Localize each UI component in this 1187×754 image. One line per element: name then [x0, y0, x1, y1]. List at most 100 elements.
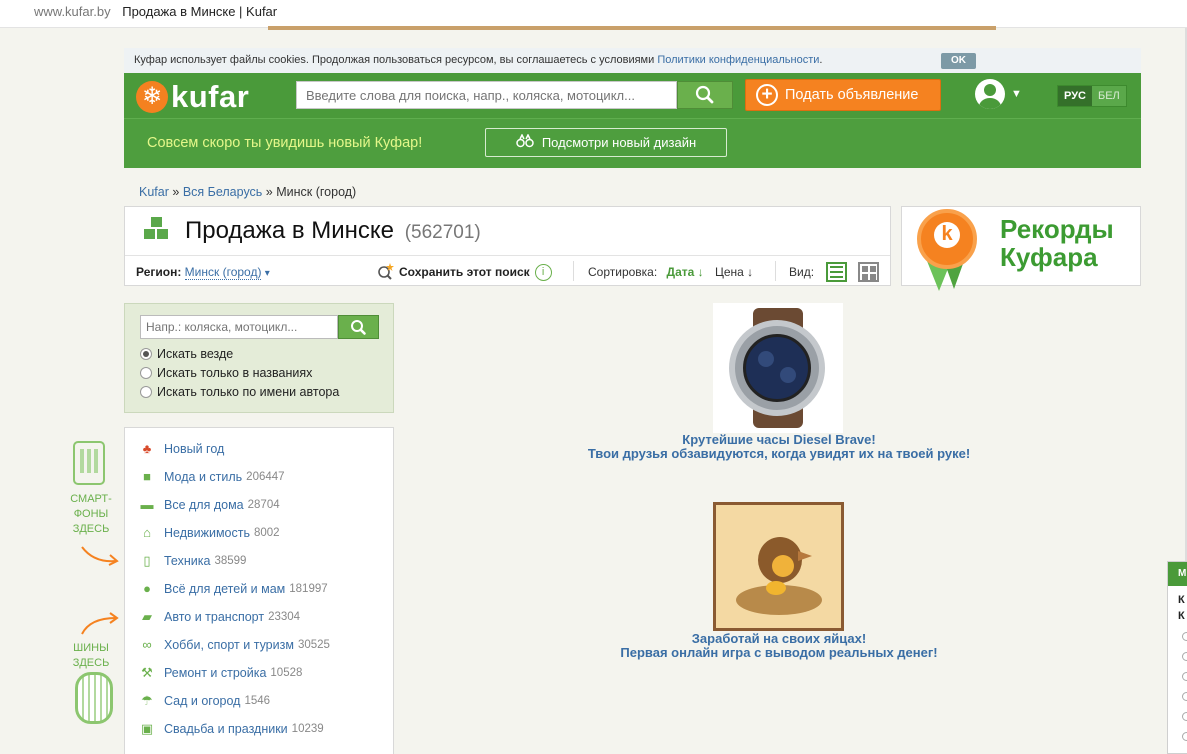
- sidebar-search: Искать везде Искать только в названиях И…: [124, 303, 394, 413]
- search-scope-author[interactable]: Искать только по имени автора: [140, 385, 339, 399]
- ad-game-text[interactable]: Заработай на своих яйцах! Первая онлайн …: [520, 632, 1038, 660]
- search-input[interactable]: [297, 82, 677, 108]
- category-label: Техника: [164, 554, 211, 568]
- category-list: ♣ Новый год ■ Мода и стиль 206447 ▬ Все для …: [124, 427, 394, 754]
- user-menu[interactable]: ▼: [975, 79, 1022, 109]
- records-banner[interactable]: k Рекорды Куфара: [901, 206, 1141, 291]
- category-label: Ремонт и стройка: [164, 666, 267, 680]
- category-item[interactable]: ☂ Сад и огород 1546: [139, 694, 270, 709]
- category-item[interactable]: ⌂ Недвижимость 8002: [139, 526, 280, 541]
- breadcrumb-region[interactable]: Вся Беларусь: [183, 185, 263, 199]
- lang-ru-button[interactable]: РУС: [1058, 86, 1092, 106]
- radio-button[interactable]: [1182, 652, 1187, 661]
- category-count: 181997: [289, 583, 328, 595]
- category-count: 206447: [246, 471, 285, 483]
- radio-button[interactable]: [140, 386, 152, 398]
- info-icon[interactable]: i: [534, 263, 552, 281]
- preview-design-label: Подсмотри новый дизайн: [541, 135, 697, 150]
- ad-game-image[interactable]: [713, 502, 844, 631]
- sort-by-price[interactable]: Цена ↓: [715, 265, 753, 279]
- ad-watch-image[interactable]: [713, 303, 843, 433]
- tire-icon[interactable]: [75, 672, 113, 724]
- sofa-icon: ▬: [140, 497, 154, 512]
- search-button[interactable]: [677, 81, 733, 109]
- privacy-policy-link[interactable]: Политики конфиденциальности: [657, 54, 819, 66]
- radio-button[interactable]: [1182, 672, 1187, 681]
- radio-button-selected[interactable]: [140, 348, 152, 360]
- cookie-dot: .: [819, 54, 823, 66]
- smartphones-promo-line: ЗДЕСЬ: [72, 523, 110, 535]
- records-line2: Куфара: [1000, 242, 1098, 272]
- category-item[interactable]: ▣ Свадьба и праздники 10239: [139, 722, 324, 737]
- category-item[interactable]: ■ Мода и стиль 206447: [139, 470, 285, 485]
- post-ad-label: Подать объявление: [785, 87, 919, 103]
- smartphone-icon[interactable]: [73, 441, 105, 485]
- category-label: Свадьба и праздники: [164, 722, 288, 736]
- grid-view-icon[interactable]: [858, 262, 879, 282]
- category-label: Сад и огород: [164, 694, 241, 708]
- records-line1: Рекорды: [1000, 214, 1114, 244]
- tires-promo-line: ШИНЫ: [73, 642, 109, 654]
- category-item[interactable]: ♣ Новый год: [139, 441, 228, 457]
- browser-url[interactable]: www.kufar.by: [34, 4, 111, 19]
- region-select[interactable]: Минск (город): [184, 265, 262, 280]
- sidebar-search-button[interactable]: [338, 315, 379, 339]
- category-item[interactable]: ▯ Техника 38599: [139, 553, 246, 569]
- phone-icon: ▯: [143, 553, 151, 568]
- sidebar-search-input[interactable]: [141, 316, 337, 338]
- lang-be-button[interactable]: БЕЛ: [1091, 86, 1126, 106]
- page-title: Продажа в Минске (562701): [185, 217, 481, 245]
- tires-promo-line: ЗДЕСЬ: [72, 657, 110, 669]
- ad-watch-headline: Крутейшие часы Diesel Brave!: [682, 432, 876, 447]
- snowflake-icon: ❄: [136, 81, 168, 113]
- search-scope-titles[interactable]: Искать только в названиях: [140, 366, 312, 380]
- header-search: [296, 81, 677, 109]
- page-wrapper: Куфар использует файлы cookies. Продолжа…: [124, 48, 1141, 754]
- radio-button[interactable]: [1182, 632, 1187, 641]
- radio-label: Искать везде: [157, 347, 234, 361]
- category-item[interactable]: ● Всё для детей и мам 181997: [139, 582, 328, 597]
- arrow-right-icon: [81, 546, 119, 566]
- radio-button[interactable]: [1182, 732, 1187, 741]
- boxes-icon: [144, 217, 170, 241]
- list-view-icon[interactable]: [826, 262, 847, 282]
- ad-watch-text[interactable]: Крутейшие часы Diesel Brave! Твои друзья…: [520, 433, 1038, 461]
- save-search-button[interactable]: Сохранить этот поиск i: [376, 262, 552, 282]
- radio-label: Искать только по имени автора: [157, 385, 340, 399]
- tires-promo[interactable]: ШИНЫ ЗДЕСЬ: [64, 641, 118, 671]
- listing-count: (562701): [404, 222, 481, 243]
- edge-widget-tab[interactable]: М: [1168, 562, 1187, 586]
- breadcrumb-separator: »: [172, 185, 180, 199]
- category-label: Хобби, спорт и туризм: [164, 638, 294, 652]
- golden-egg: [766, 581, 786, 595]
- view-label: Вид:: [789, 265, 815, 279]
- kufar-logo[interactable]: ❄ kufar: [136, 79, 249, 115]
- cookie-text: Куфар использует файлы cookies. Продолжа…: [134, 54, 658, 66]
- category-item[interactable]: ▰ Авто и транспорт 23304: [139, 610, 300, 625]
- breadcrumb-home[interactable]: Kufar: [139, 185, 169, 199]
- edge-side-widget[interactable]: М К К: [1167, 561, 1187, 754]
- smartphones-promo[interactable]: СМАРТ- ФОНЫ ЗДЕСЬ: [64, 492, 118, 537]
- cookie-ok-button[interactable]: OK: [941, 53, 976, 69]
- category-item[interactable]: ⚒ Ремонт и стройка 10528: [139, 666, 302, 681]
- category-item[interactable]: ∞ Хобби, спорт и туризм 30525: [139, 638, 330, 653]
- browser-titlebar: www.kufar.by Продажа в Минске | Kufar: [0, 0, 1187, 30]
- preview-design-button[interactable]: Подсмотри новый дизайн: [485, 128, 727, 157]
- ad-game-headline: Заработай на своих яйцах!: [691, 631, 867, 646]
- browser-title: Продажа в Минске | Kufar: [122, 4, 278, 19]
- edge-widget-label: К: [1178, 594, 1185, 606]
- category-item[interactable]: ▬ Все для дома 28704: [139, 497, 280, 513]
- post-ad-button[interactable]: + Подать объявление: [745, 79, 941, 111]
- breadcrumb-current: Минск (город): [276, 185, 357, 199]
- sort-by-date[interactable]: Дата ↓: [667, 265, 704, 279]
- search-icon: [695, 85, 714, 104]
- radio-button[interactable]: [140, 367, 152, 379]
- tree-icon: ♣: [142, 441, 152, 456]
- radio-button[interactable]: [1182, 712, 1187, 721]
- search-scope-everywhere[interactable]: Искать везде: [140, 347, 233, 361]
- save-search-icon: [378, 263, 394, 280]
- category-label: Недвижимость: [164, 526, 250, 540]
- radio-button[interactable]: [1182, 692, 1187, 701]
- category-label: Мода и стиль: [164, 470, 243, 484]
- category-label: Новый год: [164, 442, 225, 456]
